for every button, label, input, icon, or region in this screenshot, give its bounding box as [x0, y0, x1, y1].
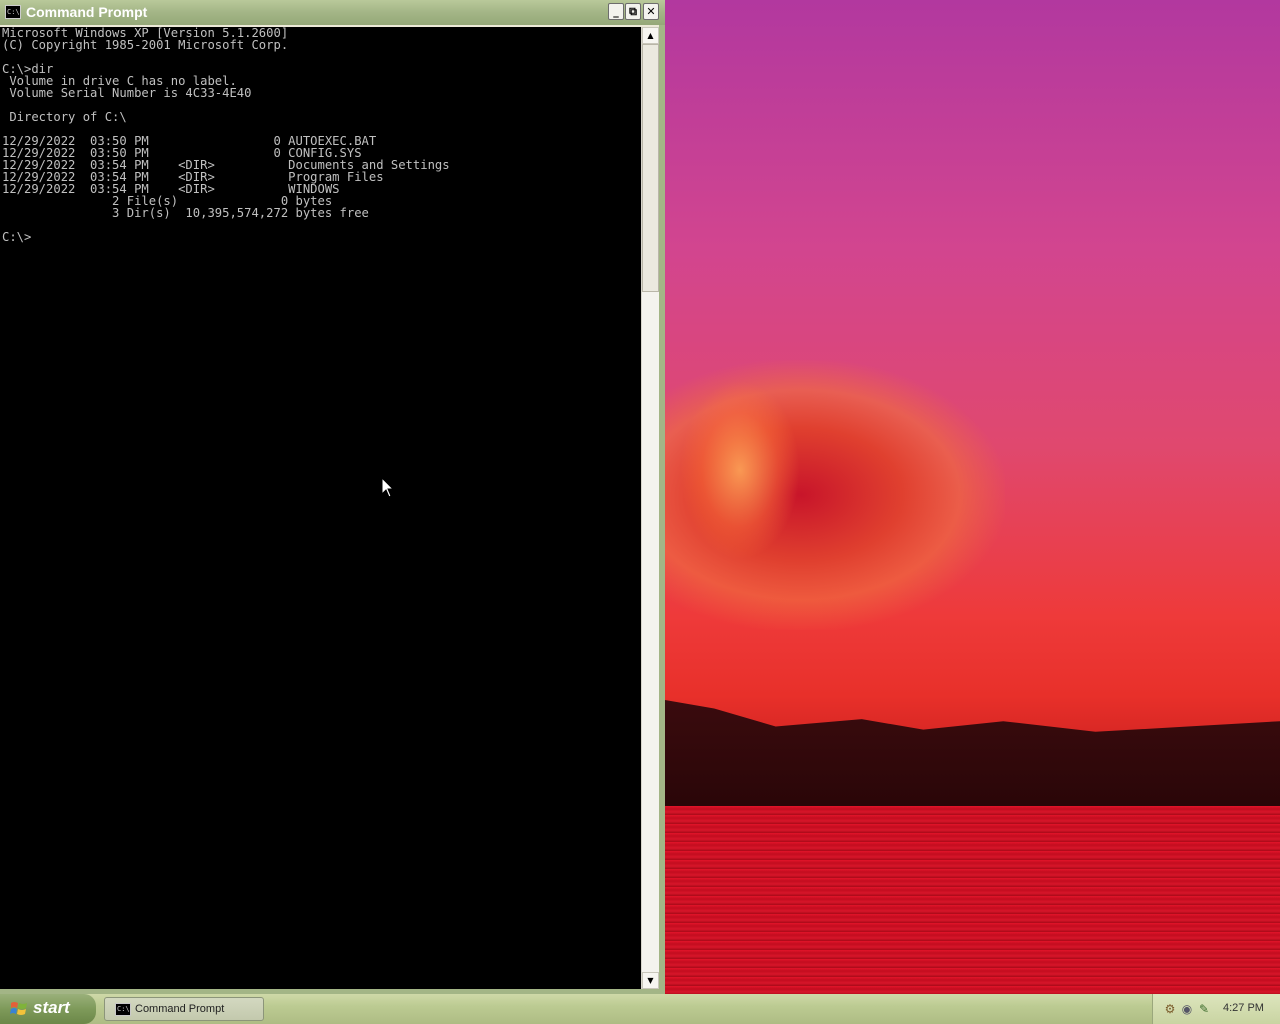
window-title: Command Prompt	[26, 4, 148, 20]
scrollbar-thumb[interactable]	[642, 44, 659, 292]
system-tray: ⚙ ◉ ✎ 4:27 PM	[1152, 994, 1280, 1024]
minimize-button[interactable]: _	[608, 3, 624, 20]
start-button[interactable]: start	[0, 994, 96, 1024]
scroll-down-arrow-icon[interactable]: ▼	[642, 972, 659, 989]
security-icon[interactable]: ✎	[1197, 1002, 1211, 1016]
command-prompt-window[interactable]: C:\ Command Prompt _ ⧉ ✕ Microsoft Windo…	[0, 0, 665, 994]
taskbar-button-command-prompt[interactable]: C:\ Command Prompt	[104, 997, 264, 1021]
restore-button[interactable]: ⧉	[625, 3, 641, 20]
wallpaper-hills	[665, 700, 1280, 806]
console-line: 3 Dir(s) 10,395,574,272 bytes free	[2, 206, 369, 220]
vertical-scrollbar[interactable]: ▲ ▼	[641, 27, 659, 989]
cmd-icon: C:\	[115, 1003, 131, 1016]
console-output[interactable]: Microsoft Windows XP [Version 5.1.2600] …	[0, 27, 641, 989]
console-line: (C) Copyright 1985-2001 Microsoft Corp.	[2, 38, 289, 52]
start-label: start	[33, 998, 70, 1017]
console-line: Directory of C:\	[2, 110, 127, 124]
window-border-right[interactable]	[659, 25, 665, 994]
volume-icon[interactable]: ◉	[1180, 1002, 1194, 1016]
taskbar-button-label: Command Prompt	[135, 1003, 225, 1015]
windows-logo-icon	[10, 1002, 27, 1015]
close-button[interactable]: ✕	[643, 3, 659, 20]
scroll-up-arrow-icon[interactable]: ▲	[642, 27, 659, 44]
taskbar: start C:\ Command Prompt ⚙ ◉ ✎ 4:27 PM	[0, 994, 1280, 1024]
wallpaper-water	[665, 806, 1280, 994]
wallpaper-cloud-highlight	[680, 380, 800, 560]
cmd-icon[interactable]: C:\	[5, 5, 21, 19]
console-line: Volume Serial Number is 4C33-4E40	[2, 86, 252, 100]
console-text: Microsoft Windows XP [Version 5.1.2600] …	[0, 27, 641, 243]
window-titlebar[interactable]: C:\ Command Prompt _ ⧉ ✕	[0, 0, 665, 25]
console-line: C:\>	[2, 230, 32, 244]
mouse-pointer-icon	[382, 478, 394, 498]
clock[interactable]: 4:27 PM	[1223, 1002, 1264, 1014]
network-icon[interactable]: ⚙	[1163, 1002, 1177, 1016]
